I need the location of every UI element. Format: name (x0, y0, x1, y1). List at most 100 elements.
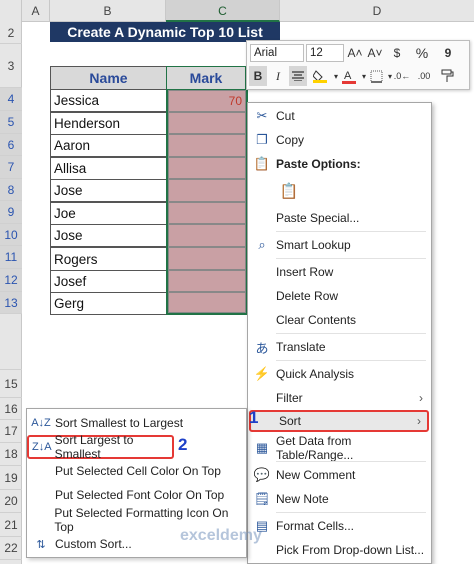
row-header[interactable]: 19 (0, 466, 22, 490)
row-header[interactable]: 22 (0, 537, 22, 560)
mini-toolbar: Arial 12 A˄ A˅ $ % 9 B I ▾ A ▾ ▾ .0← .00 (246, 40, 470, 90)
sort-ascending-icon: A↓Z (31, 417, 51, 429)
menu-paste-special[interactable]: Paste Special... (248, 207, 431, 229)
italic-icon[interactable]: I (269, 66, 287, 86)
comma-style-icon[interactable]: 9 (439, 43, 457, 63)
mark-cell[interactable] (168, 270, 246, 292)
row-header[interactable]: 20 (0, 490, 22, 513)
select-all-corner[interactable] (0, 0, 22, 22)
table-cell-name[interactable]: Allisa (50, 157, 167, 180)
table-header-mark[interactable]: Mark (166, 66, 246, 90)
chevron-right-icon: › (417, 414, 421, 428)
mark-cell[interactable] (168, 134, 246, 157)
search-icon: ⌕ (258, 237, 266, 252)
font-size-box[interactable]: 12 (306, 44, 344, 62)
row-header[interactable]: 6 (0, 134, 22, 156)
column-header-b[interactable]: B (50, 0, 166, 22)
row-header[interactable]: 10 (0, 224, 22, 246)
table-cell-name[interactable]: Jessica (50, 89, 167, 112)
table-cell-name[interactable]: Jose (50, 179, 167, 202)
mark-cell[interactable] (168, 224, 246, 247)
sheet-title: Create A Dynamic Top 10 List (50, 22, 280, 42)
menu-translate[interactable]: あ Translate (248, 336, 431, 358)
menu-delete-row[interactable]: Delete Row (248, 285, 431, 307)
row-header[interactable]: 8 (0, 179, 22, 201)
menu-quick-analysis[interactable]: ⚡ Quick Analysis (248, 363, 431, 385)
column-header-a[interactable]: A (22, 0, 50, 22)
copy-icon: ❐ (256, 132, 268, 147)
table-cell-name[interactable]: Gerg (50, 292, 167, 315)
table-cell-name[interactable]: Henderson (50, 112, 167, 135)
menu-smart-lookup[interactable]: ⌕ Smart Lookup (248, 234, 431, 256)
menu-separator (276, 333, 426, 334)
mark-cell[interactable] (168, 292, 246, 313)
row-header-bar: 2 3 4 5 6 7 8 9 10 11 12 13 15 16 17 18 … (0, 22, 22, 564)
paste-icon[interactable]: 📋 (278, 179, 300, 203)
menu-copy[interactable]: ❐ Copy (248, 129, 431, 151)
row-header[interactable]: 17 (0, 420, 22, 443)
mark-cell[interactable] (168, 179, 246, 202)
menu-separator (276, 461, 426, 462)
mark-cell[interactable] (168, 247, 246, 270)
menu-pick-dropdown[interactable]: Pick From Drop-down List... (248, 539, 431, 561)
format-painter-icon[interactable] (439, 66, 457, 86)
menu-cut[interactable]: ✂ Cut (248, 105, 431, 127)
menu-format-cells[interactable]: ▤ Format Cells... (248, 515, 431, 537)
column-header-bar: A B C D (0, 0, 474, 22)
table-cell-name[interactable]: Joe (50, 202, 167, 225)
column-header-c[interactable]: C (166, 0, 280, 22)
chevron-right-icon: › (419, 391, 423, 405)
decrease-decimal-icon[interactable]: .00 (415, 66, 433, 86)
row-header[interactable]: 2 (0, 22, 22, 44)
table-cell-name[interactable]: Josef (50, 270, 167, 293)
mark-cell[interactable]: 70 (168, 90, 246, 112)
note-icon: 🗒 (253, 491, 271, 506)
mark-cell[interactable] (168, 112, 246, 134)
step-2-label: 2 (178, 435, 188, 454)
bold-icon[interactable]: B (249, 66, 267, 86)
align-center-icon[interactable] (289, 66, 307, 86)
menu-separator (276, 360, 426, 361)
table-cell-name[interactable]: Rogers (50, 247, 167, 271)
mark-cell[interactable] (168, 202, 246, 224)
scissors-icon: ✂ (256, 108, 268, 123)
menu-new-note[interactable]: 🗒 New Note (248, 488, 431, 510)
watermark-logo: exceldemy (180, 527, 262, 544)
menu-get-data[interactable]: ▦ Get Data from Table/Range... (248, 434, 431, 462)
row-header[interactable]: 12 (0, 269, 22, 292)
table-icon: ▦ (255, 440, 269, 455)
menu-sort[interactable]: Sort › (249, 410, 429, 432)
sort-smallest-to-largest[interactable]: A↓Z Sort Smallest to Largest (27, 411, 246, 435)
mark-cell[interactable] (168, 157, 246, 179)
percent-icon[interactable]: % (413, 43, 431, 63)
decrease-font-icon[interactable]: A˅ (366, 43, 384, 63)
row-header[interactable]: 7 (0, 156, 22, 179)
menu-clear-contents[interactable]: Clear Contents (248, 309, 431, 331)
row-header[interactable]: 15 (0, 370, 22, 398)
menu-new-comment[interactable]: 💬 New Comment (248, 464, 431, 486)
row-header[interactable]: 13 (0, 292, 22, 314)
table-cell-name[interactable]: Aaron (50, 134, 167, 157)
row-header[interactable]: 11 (0, 246, 22, 269)
column-header-d[interactable]: D (280, 0, 474, 22)
row-header[interactable]: 3 (0, 44, 22, 88)
sort-descending-icon: Z↓A (32, 441, 52, 453)
table-cell-name[interactable]: Jose (50, 224, 167, 247)
menu-filter[interactable]: Filter › (248, 387, 431, 409)
row-header[interactable]: 9 (0, 201, 22, 224)
row-header[interactable]: 18 (0, 443, 22, 466)
font-name-box[interactable]: Arial (250, 44, 304, 62)
sort-largest-to-smallest[interactable]: Z↓A Sort Largest to Smallest (27, 433, 174, 461)
sort-font-color-on-top[interactable]: Put Selected Font Color On Top (27, 483, 246, 507)
table-header-name[interactable]: Name (50, 66, 167, 90)
increase-font-icon[interactable]: A˄ (346, 43, 364, 63)
translate-icon: あ (255, 340, 269, 356)
row-header[interactable]: 5 (0, 111, 22, 134)
row-header[interactable]: 16 (0, 398, 22, 420)
row-header[interactable]: 4 (0, 88, 22, 111)
sort-cell-color-on-top[interactable]: Put Selected Cell Color On Top (27, 459, 246, 483)
row-header[interactable]: 21 (0, 513, 22, 537)
currency-icon[interactable]: $ (388, 43, 406, 63)
increase-decimal-icon[interactable]: .0← (393, 66, 411, 86)
menu-insert-row[interactable]: Insert Row (248, 261, 431, 283)
